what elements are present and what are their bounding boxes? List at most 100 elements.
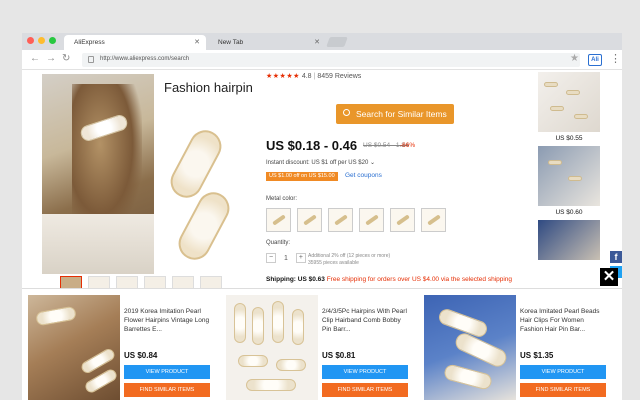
back-arrow-icon[interactable]: ←: [30, 53, 40, 64]
close-window-icon[interactable]: [27, 37, 34, 44]
increase-quantity-button[interactable]: +: [295, 253, 306, 263]
page-info-icon[interactable]: [88, 56, 94, 63]
color-swatch[interactable]: [421, 208, 446, 232]
discount-percent: -66%: [400, 142, 416, 149]
close-tab-icon[interactable]: ✕: [314, 38, 320, 46]
new-tab-button[interactable]: [326, 37, 348, 47]
close-tab-icon[interactable]: ✕: [194, 38, 200, 46]
hairpin-image-bottom: [172, 186, 236, 266]
frame-right: [622, 0, 640, 400]
pin-shape: [566, 90, 580, 95]
browser-menu-icon[interactable]: ⋮: [610, 52, 621, 65]
recommendation-image[interactable]: [424, 295, 516, 400]
coupon-tag: US $1.00 off on US $15.00: [266, 172, 338, 181]
get-coupons-link[interactable]: Get coupons: [345, 172, 382, 179]
recommendation-price: US $1.35: [520, 351, 554, 360]
sidebar-price: US $0.60: [555, 209, 583, 216]
pin-shape: [568, 176, 582, 181]
browser-toolbar: ← → ↻ http://www.aliexpress.com/search ★…: [22, 50, 622, 70]
view-product-button[interactable]: VIEW PRODUCT: [124, 365, 210, 379]
close-overlay-button[interactable]: ✕: [600, 268, 618, 286]
tab-new-tab[interactable]: New Tab ✕: [208, 35, 326, 50]
forward-arrow-icon[interactable]: →: [46, 53, 56, 64]
rating-value: 4.8: [301, 73, 312, 80]
pearl-clip-shape: [252, 307, 264, 345]
frame-left: [0, 0, 22, 400]
tab-aliexpress[interactable]: AliExpress ✕: [64, 35, 206, 50]
price-range: US $0.18 - 0.46: [266, 138, 358, 153]
decrease-quantity-button[interactable]: −: [266, 253, 276, 263]
recommendation-title[interactable]: 2019 Korea Imitation Pearl Flower Hairpi…: [124, 307, 212, 334]
pearl-clip-shape: [246, 379, 296, 391]
color-swatch[interactable]: [266, 208, 291, 232]
address-bar[interactable]: http://www.aliexpress.com/search: [82, 53, 580, 67]
product-model-photo[interactable]: [42, 74, 154, 274]
maximize-window-icon[interactable]: [49, 37, 56, 44]
shipping-promo: Free shipping for orders over US $4.00 v…: [326, 276, 513, 283]
pin-shape: [548, 160, 562, 165]
window-controls: [27, 37, 56, 44]
extension-icon[interactable]: Ali: [588, 54, 602, 66]
frame-top: [0, 0, 640, 33]
tab-label: New Tab: [218, 39, 244, 46]
screenshot-root: AliExpress ✕ New Tab ✕ ← → ↻ http://www.…: [0, 0, 640, 400]
view-product-button[interactable]: VIEW PRODUCT: [322, 365, 408, 379]
recommendation-image[interactable]: [226, 295, 318, 400]
sidebar-price: US $0.55: [555, 135, 583, 142]
reload-icon[interactable]: ↻: [62, 53, 70, 64]
product-title: Fashion hairpin: [164, 80, 253, 95]
search-icon: [343, 109, 350, 116]
similar-items-sidebar: US $0.55 US $0.60: [538, 72, 600, 260]
recommendations-overlay: 2019 Korea Imitation Pearl Flower Hairpi…: [22, 288, 622, 400]
pearl-clip-shape: [234, 303, 246, 343]
color-swatch[interactable]: [359, 208, 384, 232]
pin-shape: [550, 106, 564, 111]
review-count[interactable]: 8459 Reviews: [317, 73, 361, 80]
recommendation-image[interactable]: [28, 295, 120, 400]
bulk-discount-note: Additional 2% off (12 pieces or more): [308, 253, 391, 259]
pearl-clip-shape: [276, 359, 306, 371]
sidebar-product-image[interactable]: [538, 146, 600, 206]
color-swatch[interactable]: [328, 208, 353, 232]
instant-discount-text: Instant discount: US $1 off per US $20: [266, 160, 369, 166]
find-similar-items-button[interactable]: FIND SIMILAR ITEMS: [124, 383, 210, 397]
recommendation-title[interactable]: 2/4/3/5Pc Hairpins With Pearl Clip Hairb…: [322, 307, 410, 334]
chevron-down-icon: ⌄: [369, 160, 375, 166]
find-similar-items-button[interactable]: FIND SIMILAR ITEMS: [322, 383, 408, 397]
url-text: http://www.aliexpress.com/search: [100, 56, 190, 62]
quantity-stepper: − 1 +: [266, 253, 306, 263]
shipping-info: Shipping: US $0.63 Free shipping for ord…: [266, 276, 512, 283]
quantity-note: Additional 2% off (12 pieces or more) 35…: [308, 253, 390, 267]
quantity-label: Quantity:: [266, 240, 291, 246]
search-similar-button[interactable]: Search for Similar Items: [336, 104, 454, 124]
color-swatch[interactable]: [297, 208, 322, 232]
pearl-clip-shape: [272, 301, 284, 343]
product-page: Fashion hairpin ★★★★★ 4.8 | 8459 Reviews…: [22, 70, 622, 292]
bookmark-star-icon[interactable]: ★: [570, 53, 579, 64]
hairpin-image-top: [164, 124, 228, 204]
find-similar-items-button[interactable]: FIND SIMILAR ITEMS: [520, 383, 606, 397]
sidebar-product-image[interactable]: [538, 72, 600, 132]
sidebar-product-image[interactable]: [538, 220, 600, 260]
hair-shape: [72, 84, 142, 234]
pearl-clip-shape: [238, 355, 268, 367]
view-product-button[interactable]: VIEW PRODUCT: [520, 365, 606, 379]
facebook-share-icon[interactable]: f: [610, 251, 622, 263]
recommendation-title[interactable]: Korea Imitated Pearl Beads Hair Clips Fo…: [520, 307, 608, 334]
pin-shape: [544, 82, 558, 87]
recommendation-card: 2019 Korea Imitation Pearl Flower Hairpi…: [24, 293, 216, 400]
tab-label: AliExpress: [74, 39, 105, 46]
rating: ★★★★★ 4.8 | 8459 Reviews: [266, 72, 361, 80]
stock-note: 35955 pieces available: [308, 260, 359, 266]
color-swatch[interactable]: [390, 208, 415, 232]
recommendation-price: US $0.81: [322, 351, 356, 360]
recommendation-price: US $0.84: [124, 351, 158, 360]
separator: |: [313, 73, 316, 80]
quantity-value[interactable]: 1: [284, 255, 288, 262]
instant-discount[interactable]: Instant discount: US $1 off per US $20 ⌄: [266, 159, 375, 166]
rating-stars-icon: ★★★★★: [266, 73, 300, 80]
minimize-window-icon[interactable]: [38, 37, 45, 44]
pin-shape: [574, 114, 588, 119]
pearl-clip-shape: [442, 363, 494, 391]
pearl-clip-shape: [35, 305, 77, 327]
